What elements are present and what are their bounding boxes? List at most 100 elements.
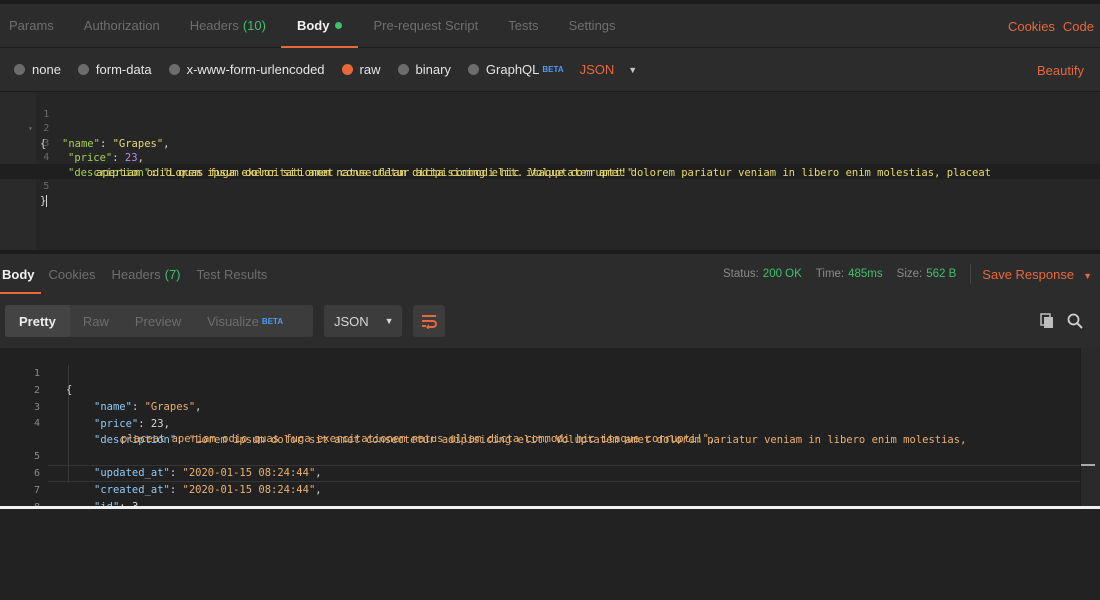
response-tab-bar: Body Cookies Headers (7) Test Results Sta… xyxy=(0,254,1100,294)
response-tab-test-results[interactable]: Test Results xyxy=(189,254,276,294)
response-tab-cookies-label: Cookies xyxy=(48,266,96,282)
response-format-label: JSON xyxy=(334,313,369,329)
code-line: 5 "updated_at": "2020-01-15 08:24:44", xyxy=(0,431,1100,479)
tab-params[interactable]: Params xyxy=(0,4,69,48)
tab-body[interactable]: Body xyxy=(280,4,359,48)
radio-graphql[interactable]: GraphQL BETA xyxy=(467,62,564,77)
separator xyxy=(970,264,972,284)
code-line: 5 } xyxy=(0,165,49,207)
response-tab-headers[interactable]: Headers (7) xyxy=(103,254,188,294)
raw-button[interactable]: Raw xyxy=(70,305,122,337)
radio-binary-label: binary xyxy=(415,62,451,77)
copy-button[interactable] xyxy=(1037,311,1057,331)
radio-button[interactable] xyxy=(77,64,89,75)
tab-tests[interactable]: Tests xyxy=(493,4,553,48)
radio-button[interactable] xyxy=(14,64,25,75)
time-value[interactable]: 485ms xyxy=(848,268,883,280)
code-line: 4 "description": "Lorem ipsum dolor sit … xyxy=(0,398,1100,446)
body-format-dropdown[interactable]: JSON ▼ xyxy=(580,62,638,77)
response-tab-body[interactable]: Body xyxy=(0,254,41,294)
status-dot-icon xyxy=(335,22,343,29)
code-line: 3 "price": 23, xyxy=(0,382,1100,430)
search-icon xyxy=(1067,313,1083,329)
radio-none[interactable]: none xyxy=(14,62,61,77)
code-line: 2 "name": "Grapes", xyxy=(0,365,1100,413)
tab-authorization[interactable]: Authorization xyxy=(69,4,175,48)
status-value[interactable]: 200 OK xyxy=(763,268,802,280)
chevron-down-icon: ▼ xyxy=(628,64,638,75)
request-body-editor[interactable]: 1 ▾ { 2 "name": "Grapes", 3 "price": 23,… xyxy=(0,92,1100,250)
tab-headers-label: Headers xyxy=(189,18,239,33)
tab-body-label: Body xyxy=(296,18,330,33)
body-format-label: JSON xyxy=(579,62,615,77)
vertical-scrollbar[interactable] xyxy=(1080,348,1100,506)
code-line: 7 "id": 3 xyxy=(0,465,1100,513)
empty-footer-area xyxy=(0,509,1100,600)
pretty-button[interactable]: Pretty xyxy=(5,305,70,337)
response-meta: Status: 200 OK Time: 485ms Size: 562 B S… xyxy=(723,254,1092,294)
beautify-link[interactable]: Beautify xyxy=(1037,63,1084,78)
json-value-continued: aperiam odio quas fuga exercitationem na… xyxy=(96,166,634,179)
line-number: 4 xyxy=(43,152,50,163)
request-links: Cookies Code xyxy=(1008,4,1094,48)
search-button[interactable] xyxy=(1065,311,1085,331)
time-label: Time: xyxy=(815,268,845,280)
radio-button[interactable] xyxy=(168,64,180,75)
tab-pre-request-script[interactable]: Pre-request Script xyxy=(358,4,493,48)
radio-button[interactable] xyxy=(467,64,479,75)
code-line: 8 } xyxy=(0,482,1100,530)
beta-badge: BETA xyxy=(542,65,564,74)
tab-settings-label: Settings xyxy=(568,18,616,33)
response-format-dropdown[interactable]: JSON ▼ xyxy=(324,305,402,337)
tab-pre-request-label: Pre-request Script xyxy=(373,18,479,33)
radio-button-selected[interactable] xyxy=(341,64,353,75)
radio-raw[interactable]: raw xyxy=(341,62,381,77)
tab-settings[interactable]: Settings xyxy=(554,4,631,48)
radio-urlencoded[interactable]: x-www-form-urlencoded xyxy=(168,62,325,77)
response-headers-count: (7) xyxy=(164,266,181,282)
radio-none-label: none xyxy=(32,62,61,77)
radio-button[interactable] xyxy=(397,64,409,75)
request-tab-bar: Params Authorization Headers (10) Body Pr… xyxy=(0,0,1100,48)
code-line: 1 { xyxy=(0,348,1100,396)
tab-headers[interactable]: Headers (10) xyxy=(175,4,281,48)
headers-count-badge: (10) xyxy=(242,18,266,33)
response-tab-headers-label: Headers xyxy=(111,266,161,282)
line-number: 3 xyxy=(43,137,50,149)
code-line-wrapped: placeat aperiam odio quas fuga exercitat… xyxy=(121,433,716,445)
radio-urlencoded-label: x-www-form-urlencoded xyxy=(186,62,325,77)
save-response-button[interactable]: Save Response ▼ xyxy=(982,267,1092,282)
scrollbar-marker xyxy=(1081,464,1095,466)
code-line: 2 "name": "Grapes", xyxy=(0,108,169,150)
cookies-link[interactable]: Cookies xyxy=(1008,19,1055,34)
radio-binary[interactable]: binary xyxy=(397,62,451,77)
preview-button[interactable]: Preview xyxy=(122,305,194,337)
line-number: 1 xyxy=(43,108,50,120)
response-toolbar: Pretty Raw Preview Visualize BETA JSON ▼ xyxy=(0,294,1100,348)
radio-raw-label: raw xyxy=(359,62,381,77)
size-value[interactable]: 562 B xyxy=(926,268,956,280)
radio-form-data[interactable]: form-data xyxy=(77,62,152,77)
code-line-wrapped: aperiam odio quas fuga exercitationem na… xyxy=(0,151,633,179)
json-key: "name" xyxy=(62,137,100,150)
line-number: 5 xyxy=(43,180,50,192)
tab-authorization-label: Authorization xyxy=(83,18,160,33)
tab-tests-label: Tests xyxy=(508,18,539,33)
code-line: 1 ▾ { xyxy=(0,93,49,150)
code-line: 6 "created_at": "2020-01-15 08:24:44", xyxy=(0,448,1100,496)
response-tab-test-results-label: Test Results xyxy=(196,266,268,282)
code-link[interactable]: Code xyxy=(1063,19,1094,34)
visualize-button[interactable]: Visualize BETA xyxy=(194,305,296,337)
radio-form-data-label: form-data xyxy=(95,62,152,77)
response-tab-cookies[interactable]: Cookies xyxy=(41,254,104,294)
line-number: 2 xyxy=(43,123,50,134)
response-tab-body-label: Body xyxy=(2,266,35,282)
status-label: Status: xyxy=(722,268,759,280)
response-body-viewer[interactable]: 1 { 2 "name": "Grapes", 3 "price": 23, 4… xyxy=(0,348,1100,530)
copy-icon xyxy=(1040,313,1053,328)
wrap-lines-icon xyxy=(422,315,437,329)
save-response-label: Save Response xyxy=(982,266,1075,282)
code-line: 3 "price": 23, xyxy=(0,122,144,165)
body-type-selector: none form-data x-www-form-urlencoded raw… xyxy=(0,48,1100,92)
wrap-lines-button[interactable] xyxy=(413,305,445,337)
